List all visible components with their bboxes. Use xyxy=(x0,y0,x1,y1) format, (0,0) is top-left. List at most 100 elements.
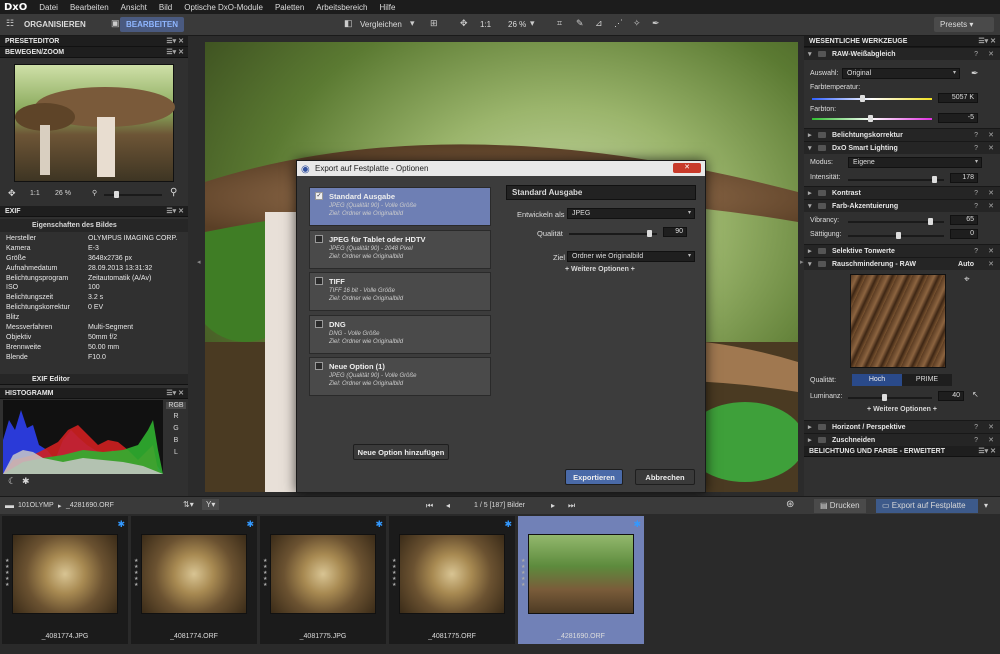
luminanz-knob[interactable] xyxy=(882,394,887,401)
tab-edit[interactable]: BEARBEITEN xyxy=(120,17,185,32)
section-zuschneiden[interactable]: ▸ Zuschneiden? ✕ xyxy=(804,433,1000,446)
thumbnail[interactable]: ★ ★ ★ ★ ★ ✱ _4081774.ORF xyxy=(131,516,257,644)
tab-organise[interactable]: ORGANISIEREN xyxy=(18,17,92,32)
luminanz-slider[interactable] xyxy=(848,397,932,399)
section-horizont[interactable]: ▸ Horizont / Perspektive? ✕ xyxy=(804,420,1000,433)
nav-zoom-knob[interactable] xyxy=(114,191,119,198)
more-options-link[interactable]: + Weitere Optionen + xyxy=(804,406,1000,413)
export-option[interactable]: TIFF TIFF 16 bit - Volle Größe Ziel: Ord… xyxy=(309,272,491,311)
option-checkbox[interactable] xyxy=(315,319,323,328)
preset-editor-header[interactable]: PRESETEDITOR ☰▾ ✕ xyxy=(0,36,188,47)
export-disk-button[interactable]: ▭ Export auf Festplatte xyxy=(876,499,978,513)
farbtemp-slider[interactable] xyxy=(812,98,932,100)
section-smart-lighting[interactable]: ▾ DxO Smart Lighting? ✕ xyxy=(804,141,1000,154)
collapse-left-icon[interactable]: ◂ xyxy=(197,258,201,266)
luminanz-value[interactable]: 40 xyxy=(938,391,964,401)
menu-bearbeiten[interactable]: Bearbeiten xyxy=(64,3,115,12)
farbtemp-knob[interactable] xyxy=(860,95,865,102)
dialog-titlebar[interactable]: ◉ Export auf Festplatte - Optionen ✕ xyxy=(297,161,705,176)
eyedropper-icon[interactable]: ✒ xyxy=(971,68,979,79)
perspective-icon[interactable]: ⋰ xyxy=(614,18,623,29)
export-quality-value[interactable]: 90 xyxy=(663,227,687,237)
add-option-button[interactable]: Neue Option hinzufügen xyxy=(353,444,449,460)
ziel-select[interactable]: Ordner wie Originalbild ▾ xyxy=(567,251,695,262)
entwickeln-select[interactable]: JPEG ▾ xyxy=(567,208,695,219)
toggle-switch[interactable] xyxy=(818,190,826,196)
export-quality-knob[interactable] xyxy=(647,230,652,237)
histogram-header[interactable]: HISTOGRAMM ☰▾ ✕ xyxy=(0,388,188,399)
cancel-button[interactable]: Abbrechen xyxy=(635,469,695,485)
vibrancy-knob[interactable] xyxy=(928,218,933,225)
toggle-switch[interactable] xyxy=(818,51,826,57)
fit-view-icon[interactable]: ⊞ xyxy=(430,18,438,29)
quality-hoch-button[interactable]: Hoch xyxy=(852,374,902,386)
option-checkbox[interactable]: ✓ xyxy=(315,192,323,200)
vibrancy-value[interactable]: 65 xyxy=(950,215,978,225)
rating-stars[interactable]: ★ ★ ★ ★ ★ xyxy=(263,558,269,588)
export-option[interactable]: DNG DNG - Volle Größe Ziel: Ordner wie O… xyxy=(309,314,491,354)
sun-icon[interactable]: ✱ xyxy=(22,476,30,487)
exif-header[interactable]: EXIF ☰▾ ✕ xyxy=(0,206,188,217)
menu-datei[interactable]: Datei xyxy=(33,3,64,12)
rating-stars[interactable]: ★ ★ ★ ★ ★ xyxy=(392,558,398,588)
channel-l[interactable]: L xyxy=(166,449,186,456)
chevron-down-icon[interactable]: ▾ xyxy=(410,18,415,29)
modus-select[interactable]: Eigene ▾ xyxy=(848,157,982,168)
sort-icon[interactable]: ⇅▾ xyxy=(183,500,194,509)
option-checkbox[interactable] xyxy=(315,277,323,285)
section-kontrast[interactable]: ▸ Kontrast? ✕ xyxy=(804,186,1000,199)
process-icon[interactable]: ⊛ xyxy=(786,499,794,510)
noise-preview[interactable] xyxy=(850,274,946,368)
folder-icon[interactable]: ▬ xyxy=(5,500,14,510)
panel-close-icon[interactable]: ☰▾ ✕ xyxy=(978,446,996,457)
export-button[interactable]: Exportieren xyxy=(565,469,623,485)
toggle-switch[interactable] xyxy=(818,424,826,430)
export-quality-slider[interactable] xyxy=(569,233,657,235)
tools-header[interactable]: WESENTLICHE WERKZEUGE ☰▾ ✕ xyxy=(804,36,1000,47)
picker-icon[interactable]: ↖ xyxy=(972,390,979,399)
thumbnail[interactable]: ★ ★ ★ ★ ★ ✱ _4081775.ORF xyxy=(389,516,515,644)
section-raw-wb[interactable]: ▾ RAW-Weißabgleich? ✕ xyxy=(804,47,1000,60)
option-checkbox[interactable] xyxy=(315,362,323,370)
zoom-ratio[interactable]: 1:1 xyxy=(474,17,497,32)
crop-icon[interactable]: ⌗ xyxy=(557,18,562,29)
option-checkbox[interactable] xyxy=(315,234,323,243)
moon-icon[interactable]: ☾ xyxy=(8,476,16,487)
move-icon[interactable]: ✥ xyxy=(460,18,468,29)
nav-zoom-ratio[interactable]: 1:1 xyxy=(30,190,40,197)
toggle-switch[interactable] xyxy=(818,261,826,267)
panel-close-icon[interactable]: ☰▾ ✕ xyxy=(166,388,184,399)
menu-optische-module[interactable]: Optische DxO-Module xyxy=(178,3,269,12)
channel-rgb[interactable]: RGB xyxy=(166,402,186,409)
toggle-switch[interactable] xyxy=(818,437,826,443)
exif-editor-header[interactable]: EXIF Editor xyxy=(0,374,188,385)
intens-value[interactable]: 178 xyxy=(950,173,978,183)
grid-icon[interactable]: ☷ xyxy=(6,18,14,29)
panel-close-icon[interactable]: ☰▾ ✕ xyxy=(978,36,996,47)
toggle-switch[interactable] xyxy=(818,132,826,138)
zoom-percent[interactable]: 26 % xyxy=(502,17,532,32)
thumbnail[interactable]: ★ ★ ★ ★ ★ ✱ _4281690.ORF xyxy=(518,516,644,644)
panel-close-icon[interactable]: ☰▾ ✕ xyxy=(166,206,184,217)
quality-prime-button[interactable]: PRIME xyxy=(902,374,952,386)
first-image-icon[interactable]: ⏮ xyxy=(426,501,433,511)
dialog-more-options-link[interactable]: + Weitere Optionen + xyxy=(565,266,635,273)
nav-zoom-slider[interactable] xyxy=(104,194,162,196)
toggle-switch[interactable] xyxy=(818,248,826,254)
zoom-out-icon[interactable]: ⚲ xyxy=(92,189,97,197)
farbtemp-value[interactable]: 5057 K xyxy=(938,93,978,103)
rating-stars[interactable]: ★ ★ ★ ★ ★ xyxy=(521,558,527,588)
eraser-icon[interactable]: ✎ xyxy=(576,18,584,29)
print-button[interactable]: ▤ Drucken xyxy=(814,499,866,513)
section-belichtung[interactable]: ▸ Belichtungskorrektur? ✕ xyxy=(804,128,1000,141)
menu-arbeitsbereich[interactable]: Arbeitsbereich xyxy=(310,3,373,12)
saettigung-knob[interactable] xyxy=(896,232,901,239)
nav-zoom-percent[interactable]: 26 % xyxy=(55,190,71,197)
prev-image-icon[interactable]: ◂ xyxy=(446,501,450,510)
export-option[interactable]: Neue Option (1) JPEG (Qualität 90) - Vol… xyxy=(309,357,491,396)
collapse-right-icon[interactable]: ▸ xyxy=(800,258,804,266)
presets-button[interactable]: Presets ▾ xyxy=(934,17,994,32)
edit-icon[interactable]: ▣ xyxy=(111,18,120,29)
export-option[interactable]: JPEG für Tablet oder HDTV JPEG (Qualität… xyxy=(309,229,491,269)
repair-icon[interactable]: ✧ xyxy=(633,18,641,29)
